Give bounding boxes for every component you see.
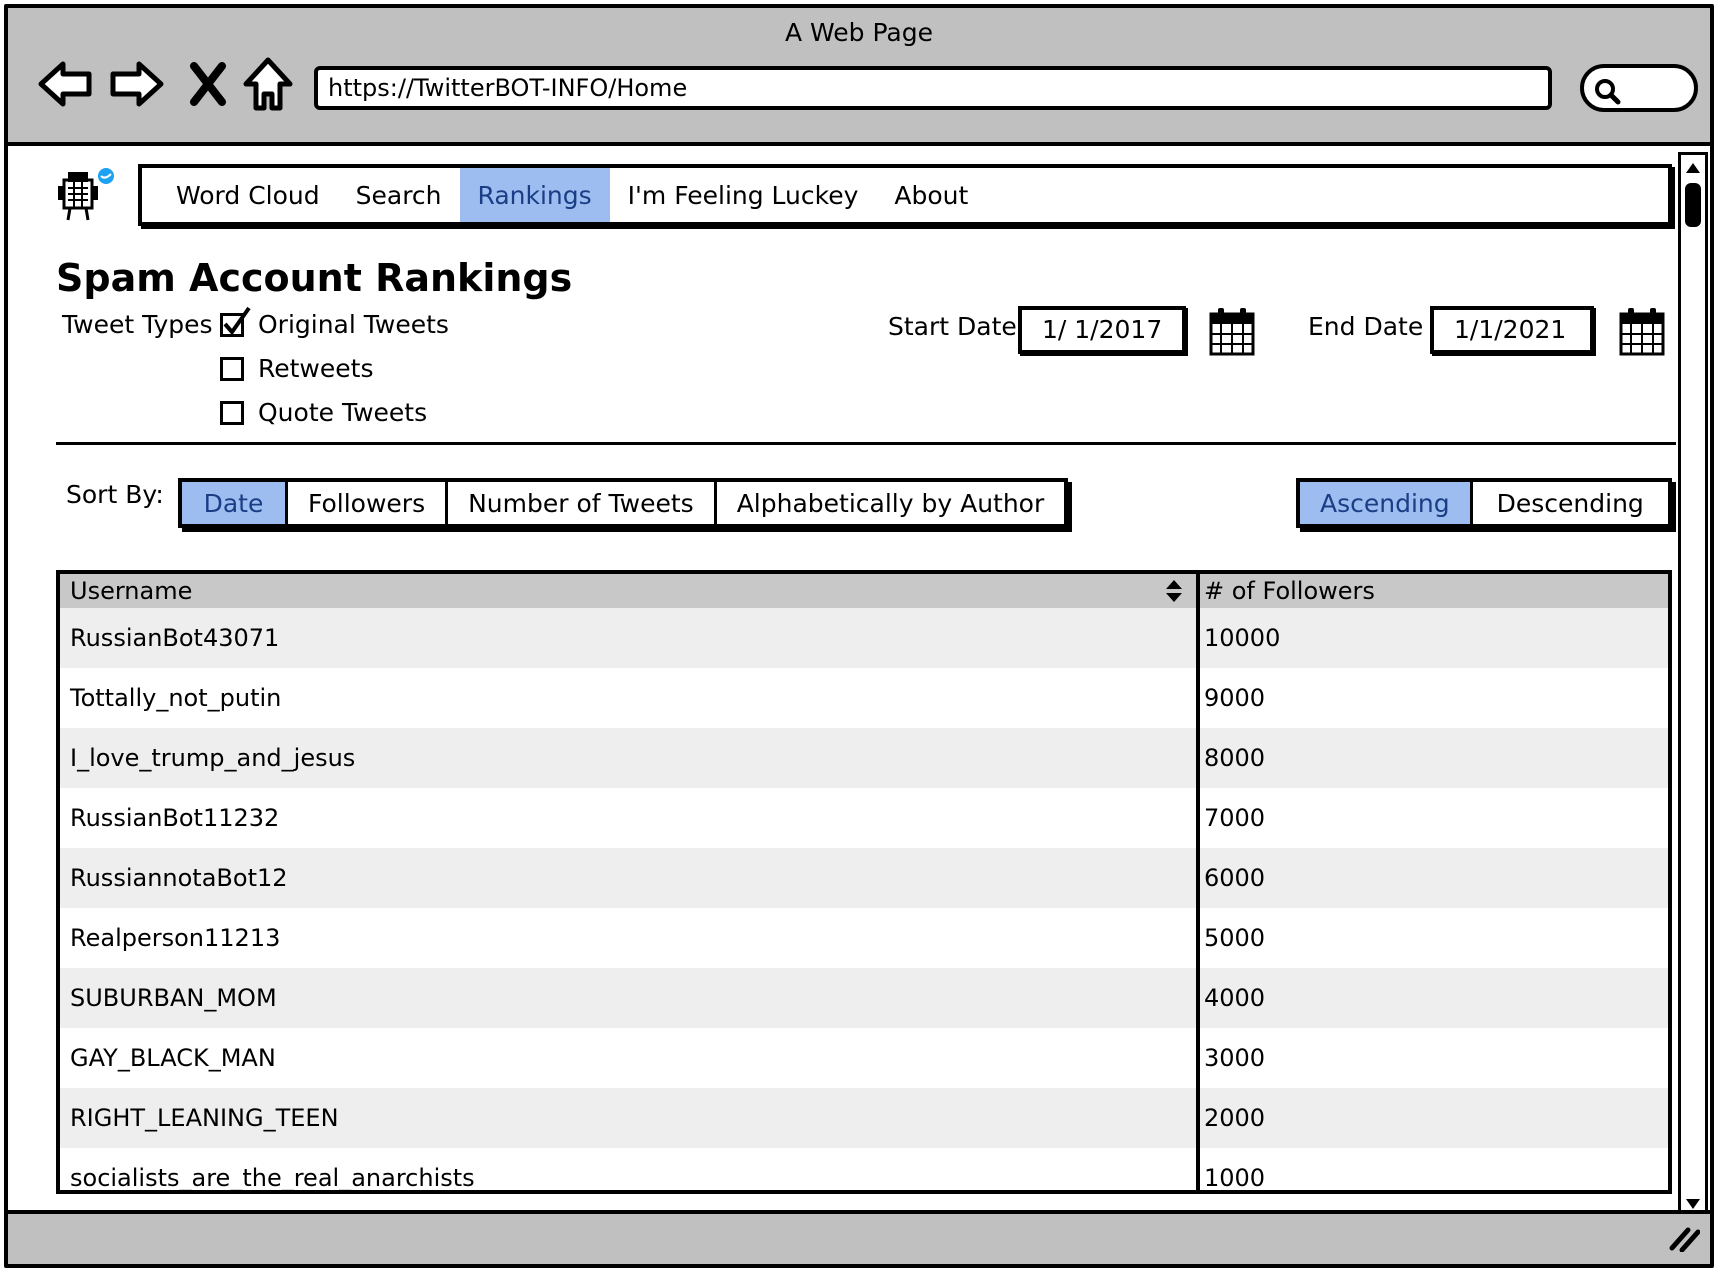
cell-username: Realperson11213 [60,908,1200,968]
cell-followers: 5000 [1204,924,1266,952]
checkbox-quote-tweets[interactable]: Quote Tweets [220,398,427,427]
checkbox-box[interactable] [220,400,244,425]
resize-grip-icon[interactable] [1668,1224,1701,1256]
table-body: RussianBot43071 10000 Tottally_not_putin 90… [60,608,1668,1192]
cell-followers: 9000 [1204,684,1266,712]
back-arrow-icon[interactable] [34,52,98,116]
tab-about[interactable]: About [876,168,986,222]
cell-username: socialists_are_the_real_anarchists [60,1148,1200,1190]
checkbox-label: Original Tweets [258,310,449,339]
ascending-button[interactable]: Ascending [1300,482,1473,524]
cell-username: GAY_BLACK_MAN [60,1028,1200,1088]
scroll-thumb[interactable] [1685,183,1701,227]
url-bar[interactable]: https://TwitterBOT-INFO/Home [314,66,1552,110]
table-row[interactable]: Tottally_not_putin 9000 [60,668,1668,728]
table-header: Username # of Followers [60,574,1668,608]
column-header-followers[interactable]: # of Followers [1200,574,1668,608]
close-icon[interactable] [176,52,240,116]
home-icon[interactable] [236,52,300,116]
twitter-bird-icon [98,168,114,184]
sort-updown-icon[interactable] [1164,578,1184,610]
checkbox-label: Retweets [258,354,374,383]
browser-window: A Web Page https://TwitterBOT-INFO/Home [4,4,1714,1268]
column-header-label: Username [70,577,193,605]
sort-alphabetical-button[interactable]: Alphabetically by Author [717,482,1065,524]
cell-followers: 8000 [1204,744,1266,772]
end-date-input[interactable]: 1/1/2021 [1430,306,1594,354]
cell-username: I_love_trump_and_jesus [60,728,1200,788]
checkbox-box[interactable] [220,356,244,381]
page-title: Spam Account Rankings [56,256,573,300]
cell-username: RussianBot43071 [60,608,1200,668]
cell-followers: 10000 [1204,624,1281,652]
sort-number-of-tweets-button[interactable]: Number of Tweets [448,482,717,524]
cell-username: RussianBot11232 [60,788,1200,848]
start-date-input[interactable]: 1/ 1/2017 [1018,306,1186,354]
sort-order-group: Ascending Descending [1296,478,1672,528]
cell-username: SUBURBAN_MOM [60,968,1200,1028]
column-header-label: # of Followers [1204,577,1375,605]
section-divider [56,442,1676,445]
table-row[interactable]: socialists_are_the_real_anarchists 1000 [60,1148,1668,1192]
cell-followers: 1000 [1204,1164,1266,1192]
search-icon [1595,79,1621,105]
sort-by-label: Sort By: [66,480,164,509]
browser-statusbar [8,1210,1710,1264]
forward-arrow-icon[interactable] [104,52,168,116]
checkmark-icon [223,306,251,335]
checkbox-label: Quote Tweets [258,398,428,427]
tab-search[interactable]: Search [338,168,460,222]
table-row[interactable]: Realperson11213 5000 [60,908,1668,968]
calendar-icon[interactable] [1618,306,1666,362]
table-row[interactable]: GAY_BLACK_MAN 3000 [60,1028,1668,1088]
cell-followers: 2000 [1204,1104,1266,1132]
tab-rankings[interactable]: Rankings [459,168,610,222]
cell-username: Tottally_not_putin [60,668,1200,728]
table-row[interactable]: SUBURBAN_MOM 4000 [60,968,1668,1028]
tab-feeling-lucky[interactable]: I'm Feeling Luckey [610,168,877,222]
vertical-scrollbar[interactable] [1678,152,1708,1220]
checkbox-retweets[interactable]: Retweets [220,354,373,383]
scroll-up-icon[interactable] [1681,157,1705,179]
sort-date-button[interactable]: Date [182,482,288,524]
table-row[interactable]: RIGHT_LEANING_TEEN 2000 [60,1088,1668,1148]
cell-username: RussiannotaBot12 [60,848,1200,908]
descending-button[interactable]: Descending [1473,482,1668,524]
sort-by-group: Date Followers Number of Tweets Alphabet… [178,478,1069,528]
cell-followers: 7000 [1204,804,1266,832]
cell-username: RIGHT_LEANING_TEEN [60,1088,1200,1148]
checkbox-box[interactable] [220,306,251,337]
sort-followers-button[interactable]: Followers [288,482,449,524]
browser-search-box[interactable] [1580,64,1698,112]
main-nav-tabs: Word Cloud Search Rankings I'm Feeling L… [138,164,1672,226]
window-title: A Web Page [784,18,934,47]
calendar-icon[interactable] [1208,306,1256,362]
cell-followers: 6000 [1204,864,1266,892]
robot-logo-icon [54,166,118,226]
cell-followers: 3000 [1204,1044,1266,1072]
tweet-types-label: Tweet Types [62,310,213,339]
tab-word-cloud[interactable]: Word Cloud [158,168,338,222]
browser-titlebar: A Web Page https://TwitterBOT-INFO/Home [8,8,1710,146]
table-row[interactable]: RussiannotaBot12 6000 [60,848,1668,908]
table-row[interactable]: RussianBot11232 7000 [60,788,1668,848]
start-date-label: Start Date [888,312,1017,341]
checkbox-original-tweets[interactable]: Original Tweets [220,306,449,339]
rankings-table: Username # of Followers RussianBot43071 1… [56,570,1672,1194]
table-row[interactable]: I_love_trump_and_jesus 8000 [60,728,1668,788]
column-header-username[interactable]: Username [60,574,1200,608]
table-row[interactable]: RussianBot43071 10000 [60,608,1668,668]
end-date-label: End Date [1308,312,1424,341]
cell-followers: 4000 [1204,984,1266,1012]
